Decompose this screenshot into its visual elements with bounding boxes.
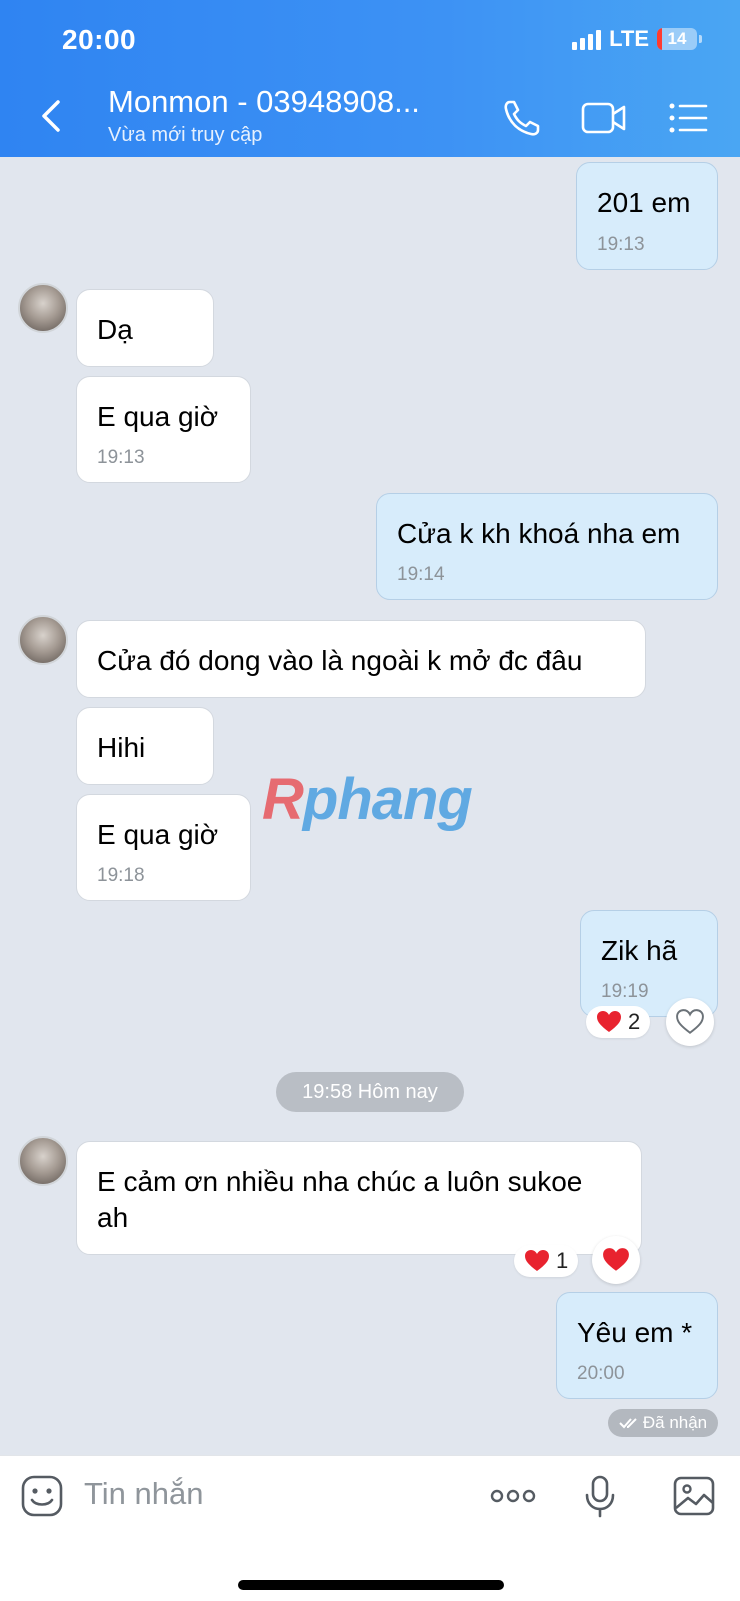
delivery-status: Đã nhận	[608, 1409, 718, 1437]
message-bubble-incoming[interactable]: E cảm ơn nhiều nha chúc a luôn sukoe ah	[76, 1141, 642, 1255]
message-time: 19:13	[97, 447, 145, 468]
battery-level: 14	[667, 29, 687, 48]
contact-avatar[interactable]	[18, 1136, 68, 1186]
heart-icon	[597, 1011, 621, 1032]
signal-icon	[572, 28, 602, 50]
message-text: E cảm ơn nhiều nha chúc a luôn sukoe ah	[97, 1166, 583, 1233]
contact-status: Vừa mới truy cập	[108, 124, 263, 146]
contact-avatar[interactable]	[18, 615, 68, 665]
react-button[interactable]	[666, 998, 714, 1046]
reaction-summary[interactable]: 1	[514, 1245, 579, 1277]
date-separator: 19:58 Hôm nay	[276, 1072, 464, 1112]
message-time: 19:18	[97, 865, 145, 886]
message-text: Yêu em *	[577, 1317, 693, 1348]
status-indicators: LTE 14	[572, 26, 702, 52]
message-time: 19:14	[397, 564, 445, 585]
chat-header: 20:00 LTE 14 Monmon - 03948908... Vừa mớ…	[0, 0, 740, 157]
heart-outline-icon	[676, 1009, 704, 1034]
message-time: 19:13	[597, 234, 645, 255]
message-bubble-incoming[interactable]: E qua giờ 19:13	[76, 376, 251, 483]
phone-icon[interactable]	[500, 96, 544, 140]
home-indicator	[238, 1580, 504, 1590]
sticker-emoji-icon[interactable]	[20, 1474, 64, 1518]
message-text: E qua giờ	[97, 819, 219, 850]
reaction-count: 2	[628, 1009, 641, 1034]
message-bubble-incoming[interactable]: E qua giờ 19:18	[76, 794, 251, 901]
heart-icon	[525, 1250, 549, 1271]
message-input[interactable]: Tin nhắn	[84, 1476, 204, 1512]
message-text: Dạ	[97, 314, 133, 345]
battery-icon: 14	[657, 28, 697, 50]
network-type: LTE	[609, 26, 649, 51]
menu-list-icon[interactable]	[666, 96, 710, 140]
message-text: Zik hã	[601, 935, 678, 966]
more-options-icon[interactable]	[488, 1474, 538, 1518]
message-time: 20:00	[577, 1363, 625, 1384]
message-bubble-outgoing[interactable]: Yêu em * 20:00	[556, 1292, 718, 1399]
reaction-count: 1	[556, 1248, 569, 1273]
message-text: Cửa đó dong vào là ngoài k mở đc đâu	[97, 645, 583, 676]
image-gallery-icon[interactable]	[672, 1474, 716, 1518]
message-bubble-incoming[interactable]: Cửa đó dong vào là ngoài k mở đc đâu	[76, 620, 646, 698]
message-text: 201 em	[597, 187, 691, 218]
message-input-bar: Tin nhắn	[0, 1455, 740, 1601]
message-text: E qua giờ	[97, 401, 219, 432]
microphone-icon[interactable]	[578, 1474, 622, 1518]
message-time: 19:19	[601, 981, 649, 1002]
back-arrow-icon[interactable]	[36, 96, 66, 136]
message-bubble-outgoing[interactable]: 201 em 19:13	[576, 162, 718, 270]
double-check-icon	[619, 1418, 637, 1429]
message-bubble-incoming[interactable]: Hihi	[76, 707, 214, 785]
watermark-logo: Rphang	[262, 767, 473, 832]
message-text: Cửa k kh khoá nha em	[397, 518, 681, 549]
message-bubble-outgoing[interactable]: Cửa k kh khoá nha em 19:14	[376, 493, 718, 600]
heart-icon	[603, 1248, 629, 1271]
message-text: Hihi	[97, 732, 146, 763]
video-camera-icon[interactable]	[580, 96, 628, 140]
message-bubble-incoming[interactable]: Dạ	[76, 289, 214, 367]
status-time: 20:00	[62, 24, 137, 55]
reaction-summary[interactable]: 2	[586, 1006, 651, 1038]
react-button[interactable]	[592, 1236, 640, 1284]
contact-name[interactable]: Monmon - 03948908...	[108, 84, 420, 120]
contact-avatar[interactable]	[18, 283, 68, 333]
delivery-status-text: Đã nhận	[642, 1413, 708, 1432]
